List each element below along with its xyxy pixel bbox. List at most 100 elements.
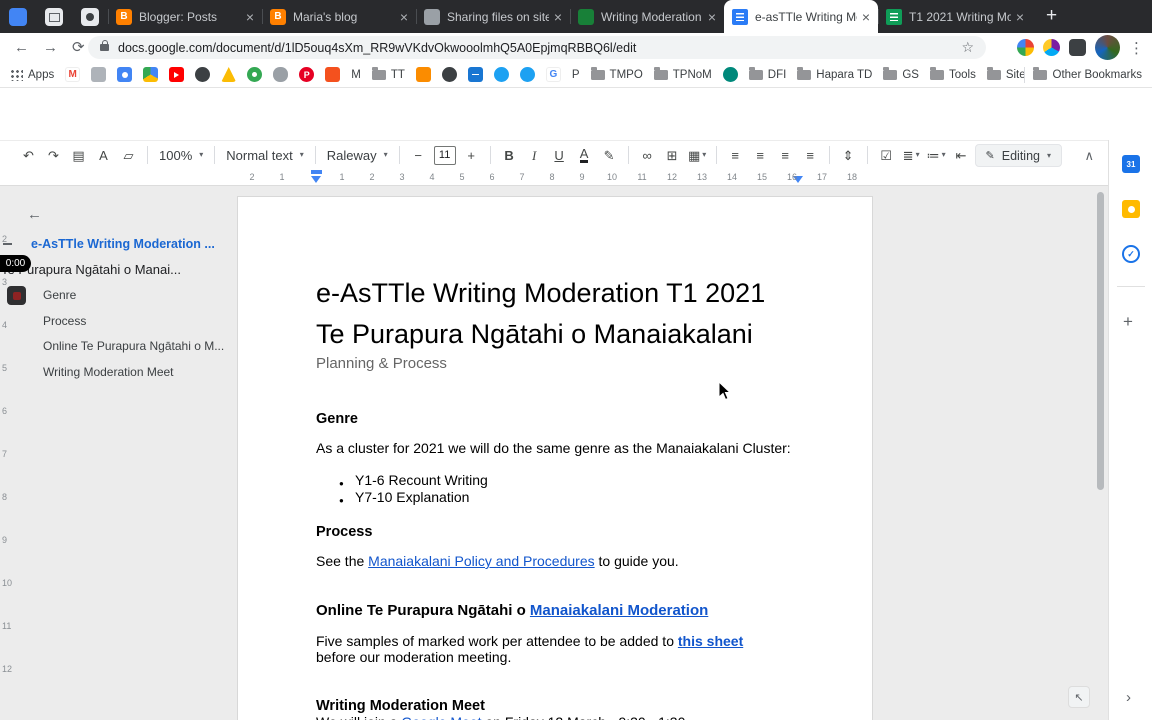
bookmark-orange-site-2[interactable] [415,67,431,82]
font-dropdown[interactable]: Raleway ▾ [327,148,388,163]
bookmark-gmail[interactable] [65,67,81,82]
forward-button[interactable]: → [43,40,58,55]
bookmark-google-site[interactable] [545,67,561,82]
bookmark-youtube[interactable] [169,67,185,82]
italic-button[interactable]: I [523,143,546,167]
explore-button[interactable]: ↖ [1068,686,1090,708]
document-page[interactable]: e-AsTTle Writing Moderation T1 2021 Te P… [237,196,873,720]
increase-font-size-button[interactable]: + [460,143,483,167]
reload-button[interactable]: ⟳ [72,40,85,55]
policy-procedures-link[interactable]: Manaiakalani Policy and Procedures [368,553,594,569]
insert-link-button[interactable]: ∞ [636,143,659,167]
browser-tab[interactable]: e-asTTle Writing Modera... × [724,0,878,33]
bookmark-colour-site[interactable] [221,67,237,82]
tab-close-icon[interactable]: × [246,10,254,24]
url-field[interactable]: docs.google.com/document/d/1lD5ouq4sXm_R… [88,36,986,59]
outline-close-button[interactable]: ← [27,206,42,223]
zoom-dropdown[interactable]: 100% ▾ [159,148,203,163]
bookmark-m-bookmark[interactable]: M [351,69,361,81]
bookmark-tpnom-folder[interactable]: TPNoM [653,67,712,81]
bold-button[interactable]: B [498,143,521,167]
back-button[interactable]: ← [14,40,29,55]
bookmark-maps[interactable] [247,67,263,82]
bookmark-pinterest[interactable] [299,67,315,82]
tab-close-icon[interactable]: × [554,10,562,24]
bookmark-teal-site[interactable] [722,67,738,82]
extension-icon-2[interactable] [1043,39,1060,56]
outline-item[interactable]: e-AsTTle Writing Moderation ... [31,237,215,251]
this-sheet-link[interactable]: this sheet [678,633,743,649]
bookmark-orange-site[interactable] [325,67,341,82]
recorder-app-icon[interactable] [7,286,26,305]
mode-dropdown[interactable]: ✎ Editing ▾ [974,144,1062,167]
browser-profile-avatar[interactable] [1095,35,1120,60]
browser-tab[interactable]: Sharing files on site - Go... × [416,0,570,33]
keep-icon[interactable] [1122,200,1140,218]
document-content[interactable]: e-AsTTle Writing Moderation T1 2021 Te P… [238,197,872,720]
align-justify-button[interactable]: ≡ [799,143,822,167]
vertical-scrollbar[interactable] [1097,192,1104,490]
text-color-button[interactable]: A [573,143,596,167]
bookmark-cloud-site[interactable] [273,67,289,82]
bookmark-hapara-folder[interactable]: Hapara TD [797,67,872,81]
bookmark-gs-folder[interactable]: GS [883,67,919,81]
add-addon-button[interactable]: + [1123,312,1133,332]
bookmark-apps[interactable]: Apps [10,68,54,81]
bookmark-tmpo-folder[interactable]: TMPO [590,67,643,81]
tab-close-icon[interactable]: × [862,10,870,24]
bookmark-tools-folder[interactable]: Tools [929,67,976,81]
align-center-button[interactable]: ≡ [749,143,772,167]
decrease-font-size-button[interactable]: − [407,143,430,167]
undo-button[interactable]: ↶ [17,143,40,167]
tab-close-icon[interactable]: × [400,10,408,24]
align-right-button[interactable]: ≡ [774,143,797,167]
checklist-button[interactable]: ☑ [875,143,898,167]
browser-menu-icon[interactable]: ⋮ [1129,39,1144,57]
bookmark-twitter-1[interactable] [493,67,509,82]
tab-close-icon[interactable]: × [708,10,716,24]
underline-button[interactable]: U [548,143,571,167]
left-indent-marker[interactable] [311,176,321,183]
tab-close-icon[interactable]: × [1016,10,1024,24]
bookmark-tt-folder[interactable]: TT [371,67,405,81]
browser-tab[interactable]: Maria's blog × [262,0,416,33]
align-left-button[interactable]: ≡ [724,143,747,167]
pinned-tab-camera[interactable] [81,8,99,26]
bookmark-drive-site[interactable] [143,67,159,82]
outline-item[interactable]: Genre [43,288,76,302]
google-meet-link[interactable]: Google Meet [401,714,481,720]
highlight-color-button[interactable]: ✎ [598,143,621,167]
line-spacing-button[interactable]: ⇕ [837,143,860,167]
bookmark-photos-site[interactable] [91,67,107,82]
bookmark-star-icon[interactable]: ☆ [961,39,974,56]
bookmark-camera-site[interactable] [117,67,133,82]
bookmark-blue-book-site[interactable] [467,67,483,82]
collapse-toolbar-button[interactable]: ∧ [1084,148,1094,164]
bookmark-dfi-folder[interactable]: DFI [748,67,786,81]
pinned-tab-mail[interactable] [9,8,27,26]
browser-tab[interactable]: Blogger: Posts × [108,0,262,33]
bulleted-list-button[interactable]: ≔ ▾ [925,143,948,167]
spelling-check-button[interactable]: A [92,143,115,167]
outline-item[interactable]: Writing Moderation Meet [43,365,174,379]
new-tab-button[interactable]: + [1046,6,1057,25]
pinned-tab-screenshot[interactable] [45,8,63,26]
side-panel-collapse-button[interactable]: › [1126,689,1131,706]
insert-image-button[interactable]: ▦ ▾ [686,143,709,167]
browser-tab[interactable]: Writing Moderation - Te... × [570,0,724,33]
decrease-indent-button[interactable]: ⇤ [950,143,973,167]
bookmark-sites-folder[interactable]: Sites [986,67,1024,81]
extension-icon-3[interactable] [1069,39,1086,56]
styles-dropdown[interactable]: Normal text ▾ [226,148,303,163]
numbered-list-button[interactable]: ≣ ▾ [900,143,923,167]
bookmark-dark-site[interactable] [195,67,211,82]
add-comment-button[interactable]: ⊞ [661,143,684,167]
browser-tab[interactable]: T1 2021 Writing Modera... × [878,0,1032,33]
tasks-icon[interactable] [1122,245,1140,263]
bookmark-twitter-2[interactable] [519,67,535,82]
print-button[interactable]: ▤ [67,143,90,167]
font-size-input[interactable]: 11 [433,145,456,165]
first-line-indent-marker[interactable] [311,170,322,174]
redo-button[interactable]: ↷ [42,143,65,167]
manaiakalani-moderation-link[interactable]: Manaiakalani Moderation [530,602,708,619]
